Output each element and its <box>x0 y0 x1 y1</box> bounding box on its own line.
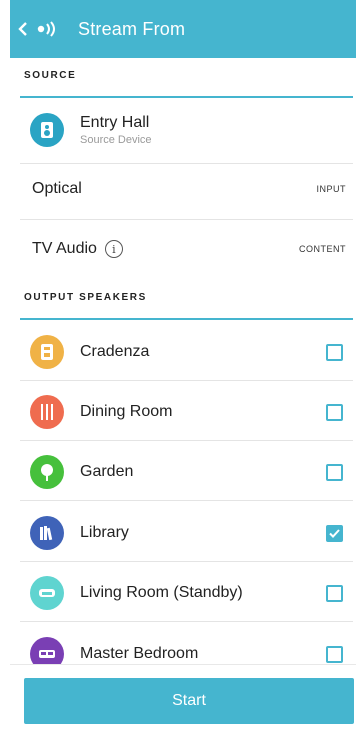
speaker-sound-icon <box>34 0 60 58</box>
tree-icon <box>30 455 64 489</box>
input-tag: INPUT <box>316 184 346 194</box>
speaker-checkbox[interactable] <box>326 403 343 421</box>
app-screen: Stream From SOURCE Entry Hall Source Dev… <box>10 0 356 731</box>
source-device-row[interactable]: Entry Hall Source Device <box>10 105 356 155</box>
row-divider <box>20 380 353 381</box>
sofa-icon <box>30 576 64 610</box>
source-section-label: SOURCE <box>24 70 77 81</box>
speaker-checkbox[interactable] <box>326 584 343 602</box>
speaker-name: Garden <box>80 463 134 480</box>
info-icon[interactable]: i <box>104 240 123 258</box>
content-name: TV Audio <box>32 240 97 257</box>
speaker-name: Dining Room <box>80 403 173 420</box>
checkmark-icon <box>329 528 340 538</box>
input-name: Optical <box>32 180 82 197</box>
speaker-checkbox[interactable] <box>326 343 343 361</box>
header-bar: Stream From <box>10 0 356 58</box>
footer-bar: Start <box>10 664 356 731</box>
row-divider <box>20 561 353 562</box>
source-divider <box>20 96 353 98</box>
speaker-name: Library <box>80 524 129 541</box>
speaker-name: Master Bedroom <box>80 645 199 662</box>
source-device-name: Entry Hall <box>80 114 150 131</box>
speaker-row-garden[interactable]: Garden <box>10 454 356 490</box>
chevron-left-icon[interactable] <box>12 0 34 58</box>
content-row[interactable]: TV Audio i CONTENT <box>10 230 356 268</box>
speaker-row-library[interactable]: Library <box>10 515 356 551</box>
speaker-checkbox[interactable] <box>326 645 343 663</box>
speaker-row-dining-room[interactable]: Dining Room <box>10 394 356 430</box>
speaker-checkbox[interactable] <box>326 463 343 481</box>
row-divider <box>20 621 353 622</box>
input-row[interactable]: Optical INPUT <box>10 170 356 208</box>
source-device-subtitle: Source Device <box>80 134 152 146</box>
output-section-label: OUTPUT SPEAKERS <box>24 292 147 303</box>
content-tag: CONTENT <box>299 244 346 254</box>
speaker-row-cradenza[interactable]: Cradenza <box>10 334 356 370</box>
speaker-checkbox[interactable] <box>326 524 343 542</box>
row-divider <box>20 440 353 441</box>
page-title: Stream From <box>78 18 186 39</box>
speaker-row-living-room[interactable]: Living Room (Standby) <box>10 575 356 611</box>
speaker-name: Cradenza <box>80 343 150 360</box>
speaker-device-icon <box>30 113 64 147</box>
speaker-device-icon <box>30 335 64 369</box>
output-divider <box>20 318 353 320</box>
dining-utensils-icon <box>30 395 64 429</box>
row-divider <box>20 163 353 164</box>
row-divider <box>20 219 353 220</box>
row-divider <box>20 500 353 501</box>
books-icon <box>30 516 64 550</box>
speaker-name: Living Room (Standby) <box>80 584 243 601</box>
start-button[interactable]: Start <box>24 678 354 724</box>
